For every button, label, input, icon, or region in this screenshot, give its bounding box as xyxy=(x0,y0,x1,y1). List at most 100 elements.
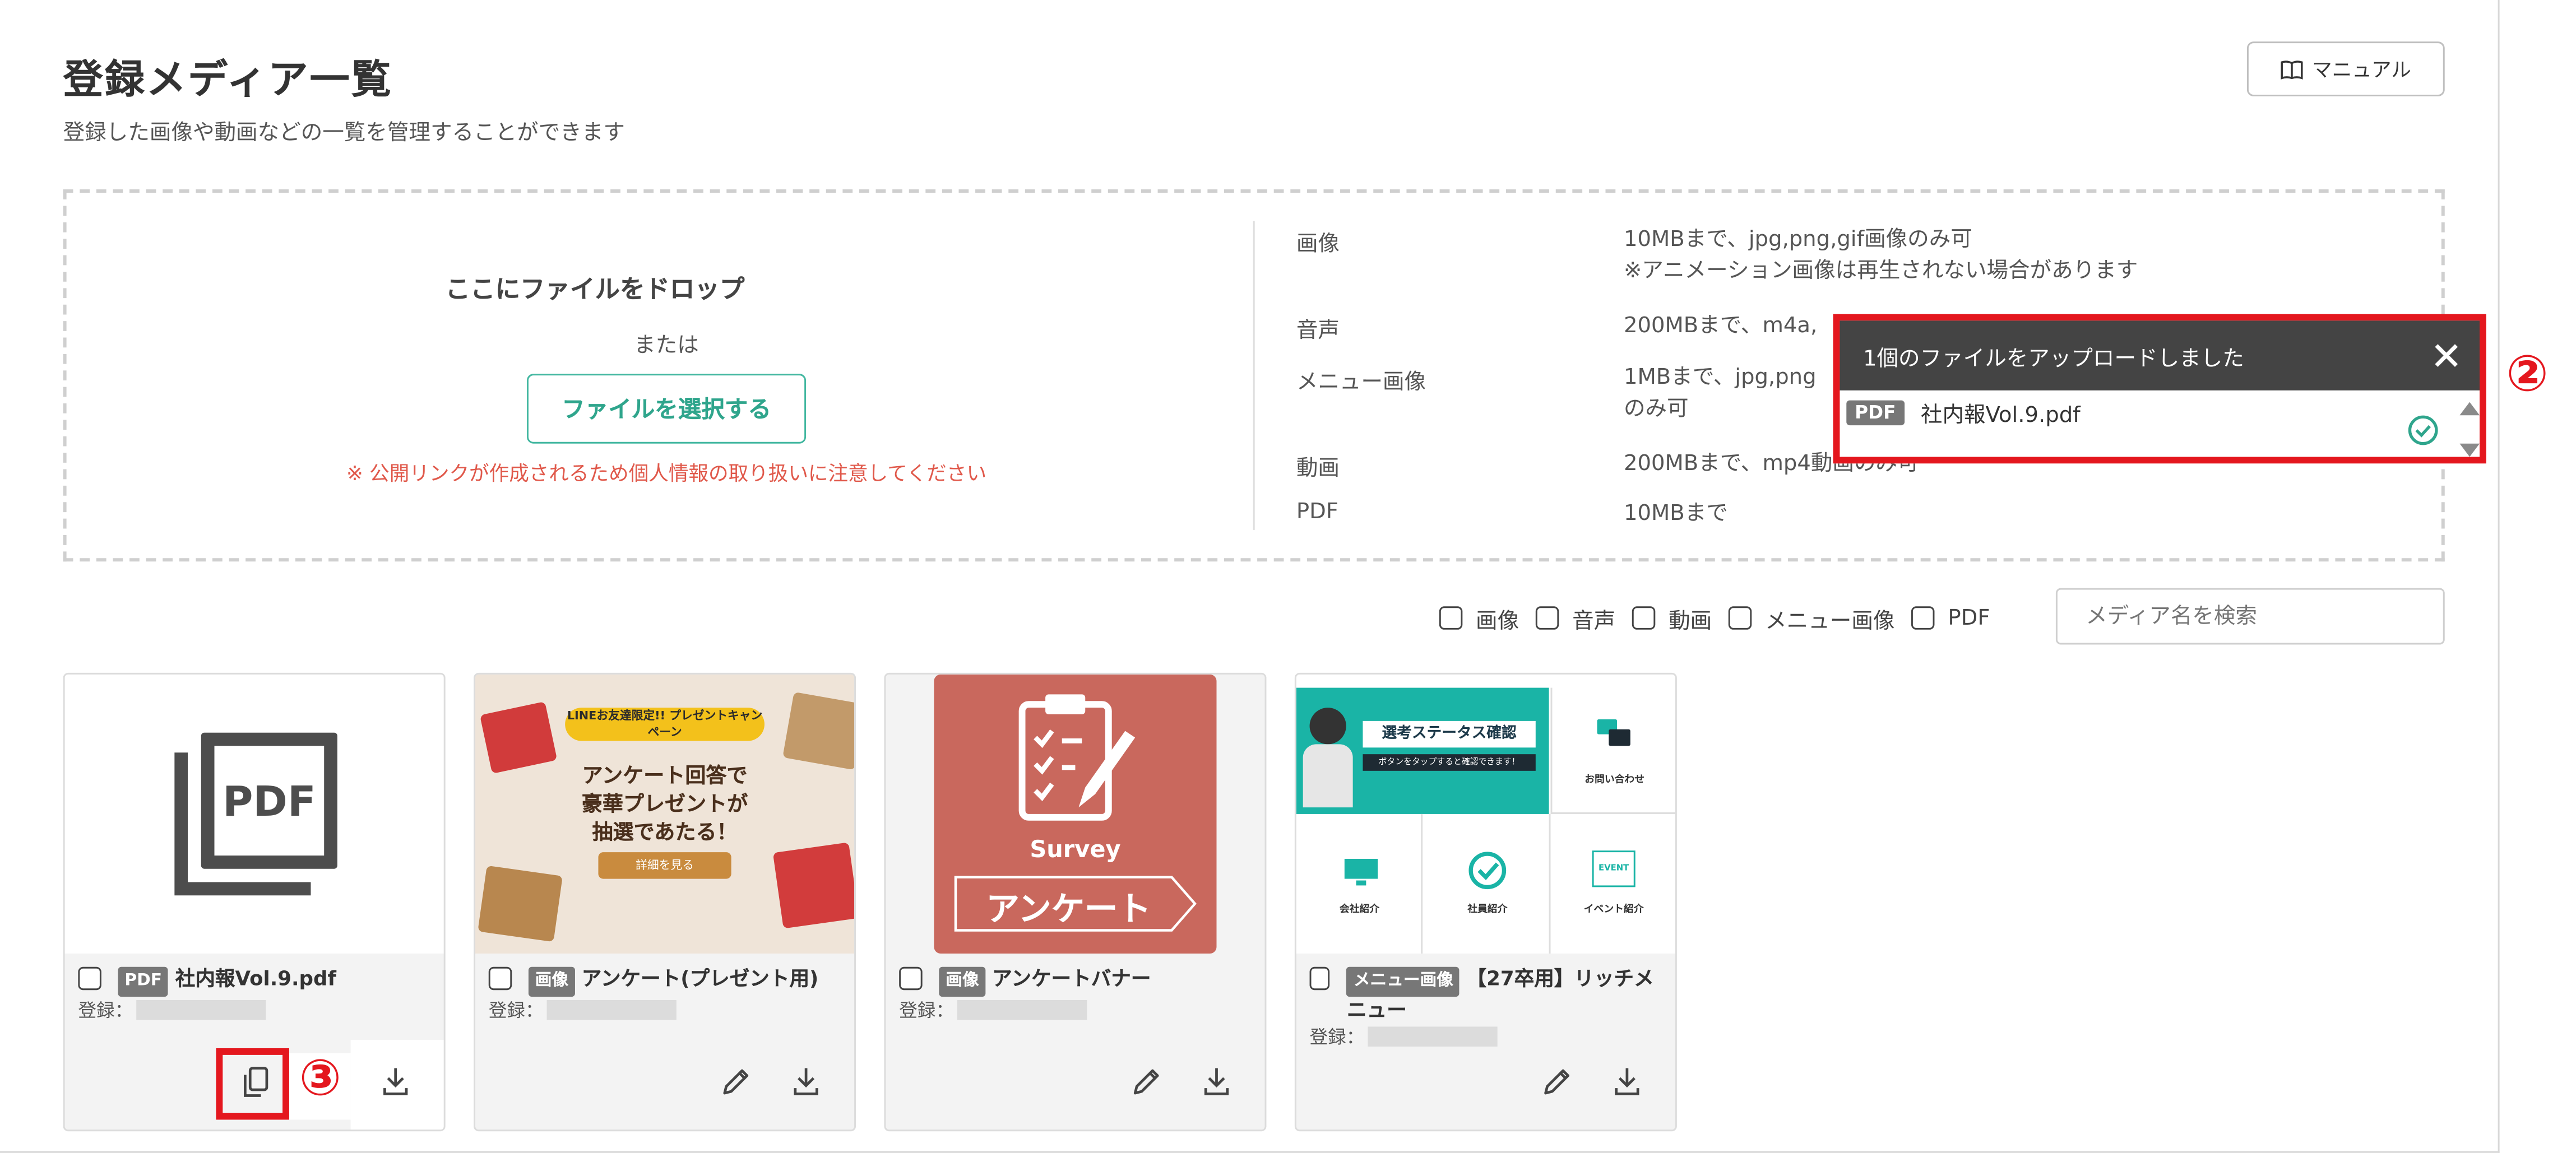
survey-en-label: Survey xyxy=(1030,837,1121,864)
pdf-thumbnail: PDF xyxy=(64,674,444,954)
filter-pdf-checkbox[interactable] xyxy=(1911,606,1935,630)
filter-image-checkbox[interactable] xyxy=(1439,606,1463,630)
spec-type-audio: 音声 xyxy=(1296,319,1340,344)
spec-value-image: 10MBまで、jpg,png,gif画像のみ可 ※アニメーション画像は再生されない… xyxy=(1623,227,2138,285)
download-button[interactable] xyxy=(1609,1063,1645,1100)
redacted-date xyxy=(546,1000,677,1020)
spec-type-image: 画像 xyxy=(1296,233,1340,258)
close-icon xyxy=(2435,344,2458,367)
filter-pdf-label: PDF xyxy=(1948,605,1990,631)
person-body xyxy=(1303,744,1353,808)
uploaded-file-row: PDF 社内報Vol.9.pdf xyxy=(1846,397,2081,429)
dropzone-title: ここにファイルをドロップ xyxy=(445,274,745,304)
media-search-input[interactable] xyxy=(2055,588,2445,645)
spec-type-pdf: PDF xyxy=(1296,500,1338,525)
monitor-icon xyxy=(1344,858,1378,886)
download-button[interactable] xyxy=(787,1063,824,1100)
campaign-headline: アンケート回答で 豪華プレゼントが 抽選であたる！ xyxy=(581,763,748,844)
type-tag: PDF xyxy=(118,966,169,997)
menu-cell-company: 会社紹介 xyxy=(1296,813,1423,954)
pdf-file-icon: PDF xyxy=(174,732,337,896)
check-circle-icon xyxy=(1468,852,1507,890)
filter-menu-image-label: メニュー画像 xyxy=(1765,608,1895,634)
type-tag: 画像 xyxy=(939,966,986,997)
menu-cell-event: EVENT イベント紹介 xyxy=(1552,814,1675,954)
privacy-note: ※ 公開リンクが作成されるため個人情報の取り扱いに注意してください xyxy=(346,462,987,485)
spec-value-pdf: 10MBまで xyxy=(1623,501,1728,527)
pencil-icon xyxy=(1133,1069,1159,1095)
redacted-date xyxy=(957,1000,1087,1020)
gift-decoration xyxy=(480,701,558,774)
pencil-icon xyxy=(723,1069,749,1095)
gift-decoration xyxy=(772,842,855,929)
media-card[interactable]: LINEお友達限定!! プレゼントキャンペーン アンケート回答で 豪華プレゼントが… xyxy=(474,672,856,1132)
redacted-date xyxy=(1368,1026,1498,1047)
spec-type-video: 動画 xyxy=(1296,457,1340,482)
select-file-button[interactable]: ファイルを選択する xyxy=(526,374,807,444)
toast-header: 1個のファイルをアップロードしました xyxy=(1840,320,2480,390)
card-select-checkbox[interactable] xyxy=(78,966,101,991)
type-filters: 画像 音声 動画 メニュー画像 PDF xyxy=(1439,599,2007,636)
book-icon xyxy=(2281,59,2304,79)
campaign-badge: LINEお友達限定!! プレゼントキャンペーン xyxy=(565,708,765,741)
card-title: 画像 アンケート(プレゼント用) xyxy=(488,965,819,997)
menu-cell-sub: ボタンをタップすると確認できます！ xyxy=(1363,754,1536,771)
manual-label: マニュアル xyxy=(2312,58,2411,82)
annotation-circle-2: ② xyxy=(2506,345,2549,404)
media-card[interactable]: Survey アンケート 画像 アンケートバナー 登録： xyxy=(884,672,1267,1132)
gift-decoration xyxy=(478,865,563,942)
survey-thumbnail: Survey アンケート xyxy=(886,674,1265,954)
spec-type-menu-image: メニュー画像 xyxy=(1296,370,1426,396)
highlight-box-copy xyxy=(216,1048,289,1120)
download-icon xyxy=(1615,1068,1639,1095)
scroll-up-arrow[interactable] xyxy=(2458,392,2481,424)
redacted-date xyxy=(136,1000,266,1020)
download-icon xyxy=(1204,1068,1229,1095)
scroll-down-arrow[interactable] xyxy=(2458,434,2481,465)
manual-button[interactable]: マニュアル xyxy=(2246,41,2445,96)
registered-info: 登録： xyxy=(899,997,1087,1023)
card-select-checkbox[interactable] xyxy=(1309,966,1331,991)
edit-button[interactable] xyxy=(1539,1063,1576,1100)
toast-close-button[interactable] xyxy=(2430,339,2463,379)
download-button[interactable] xyxy=(1198,1063,1235,1100)
campaign-thumbnail: LINEお友達限定!! プレゼントキャンペーン アンケート回答で 豪華プレゼントが… xyxy=(475,674,855,954)
filter-video-label: 動画 xyxy=(1669,608,1712,634)
card-title: メニュー画像 【27卒用】リッチメニュー xyxy=(1309,965,1666,1024)
spec-value-audio: 200MBまで、m4a, xyxy=(1623,314,1818,339)
card-select-checkbox[interactable] xyxy=(899,966,923,991)
dropzone-or: または xyxy=(634,333,699,359)
card-title: 画像 アンケートバナー xyxy=(899,965,1151,997)
card-title: PDF 社内報Vol.9.pdf xyxy=(78,965,336,997)
type-tag: 画像 xyxy=(528,966,575,997)
registered-info: 登録： xyxy=(489,997,677,1023)
media-name: アンケートバナー xyxy=(992,966,1151,991)
card-select-checkbox[interactable] xyxy=(488,966,512,991)
media-card[interactable]: 選考ステータス確認 ボタンをタップすると確認できます！ お問い合わせ 会社紹介 … xyxy=(1294,672,1677,1132)
filter-audio-label: 音声 xyxy=(1572,608,1616,634)
check-circle-icon xyxy=(2408,415,2438,445)
file-type-tag: PDF xyxy=(1846,400,1905,426)
pencil-icon xyxy=(1544,1069,1570,1095)
registered-info: 登録： xyxy=(1310,1024,1498,1050)
type-tag: メニュー画像 xyxy=(1347,966,1460,997)
menu-cell-contact: お問い合わせ xyxy=(1550,687,1675,814)
survey-ja-label: アンケート xyxy=(986,889,1151,929)
gift-decoration xyxy=(782,691,855,770)
menu-cell-staff: 社員紹介 xyxy=(1424,813,1551,954)
media-name: アンケート(プレゼント用) xyxy=(581,966,819,991)
filter-audio-checkbox[interactable] xyxy=(1535,606,1559,630)
page-title: 登録メディア一覧 xyxy=(63,56,393,103)
edit-button[interactable] xyxy=(718,1063,754,1100)
uploaded-file-name: 社内報Vol.9.pdf xyxy=(1920,403,2081,429)
filter-menu-image-checkbox[interactable] xyxy=(1728,606,1752,630)
toast-title: 1個のファイルをアップロードしました xyxy=(1862,346,2244,371)
filter-video-checkbox[interactable] xyxy=(1632,606,1656,630)
upload-toast: 1個のファイルをアップロードしました PDF 社内報Vol.9.pdf xyxy=(1833,314,2486,464)
download-button[interactable] xyxy=(377,1063,414,1100)
spec-value-menu-image: 1MBまで、jpg,png のみ可 xyxy=(1623,365,1817,422)
divider xyxy=(1253,221,1255,530)
edit-button[interactable] xyxy=(1128,1063,1165,1100)
media-name: 社内報Vol.9.pdf xyxy=(175,966,336,991)
clipboard-icon xyxy=(1018,694,1136,821)
